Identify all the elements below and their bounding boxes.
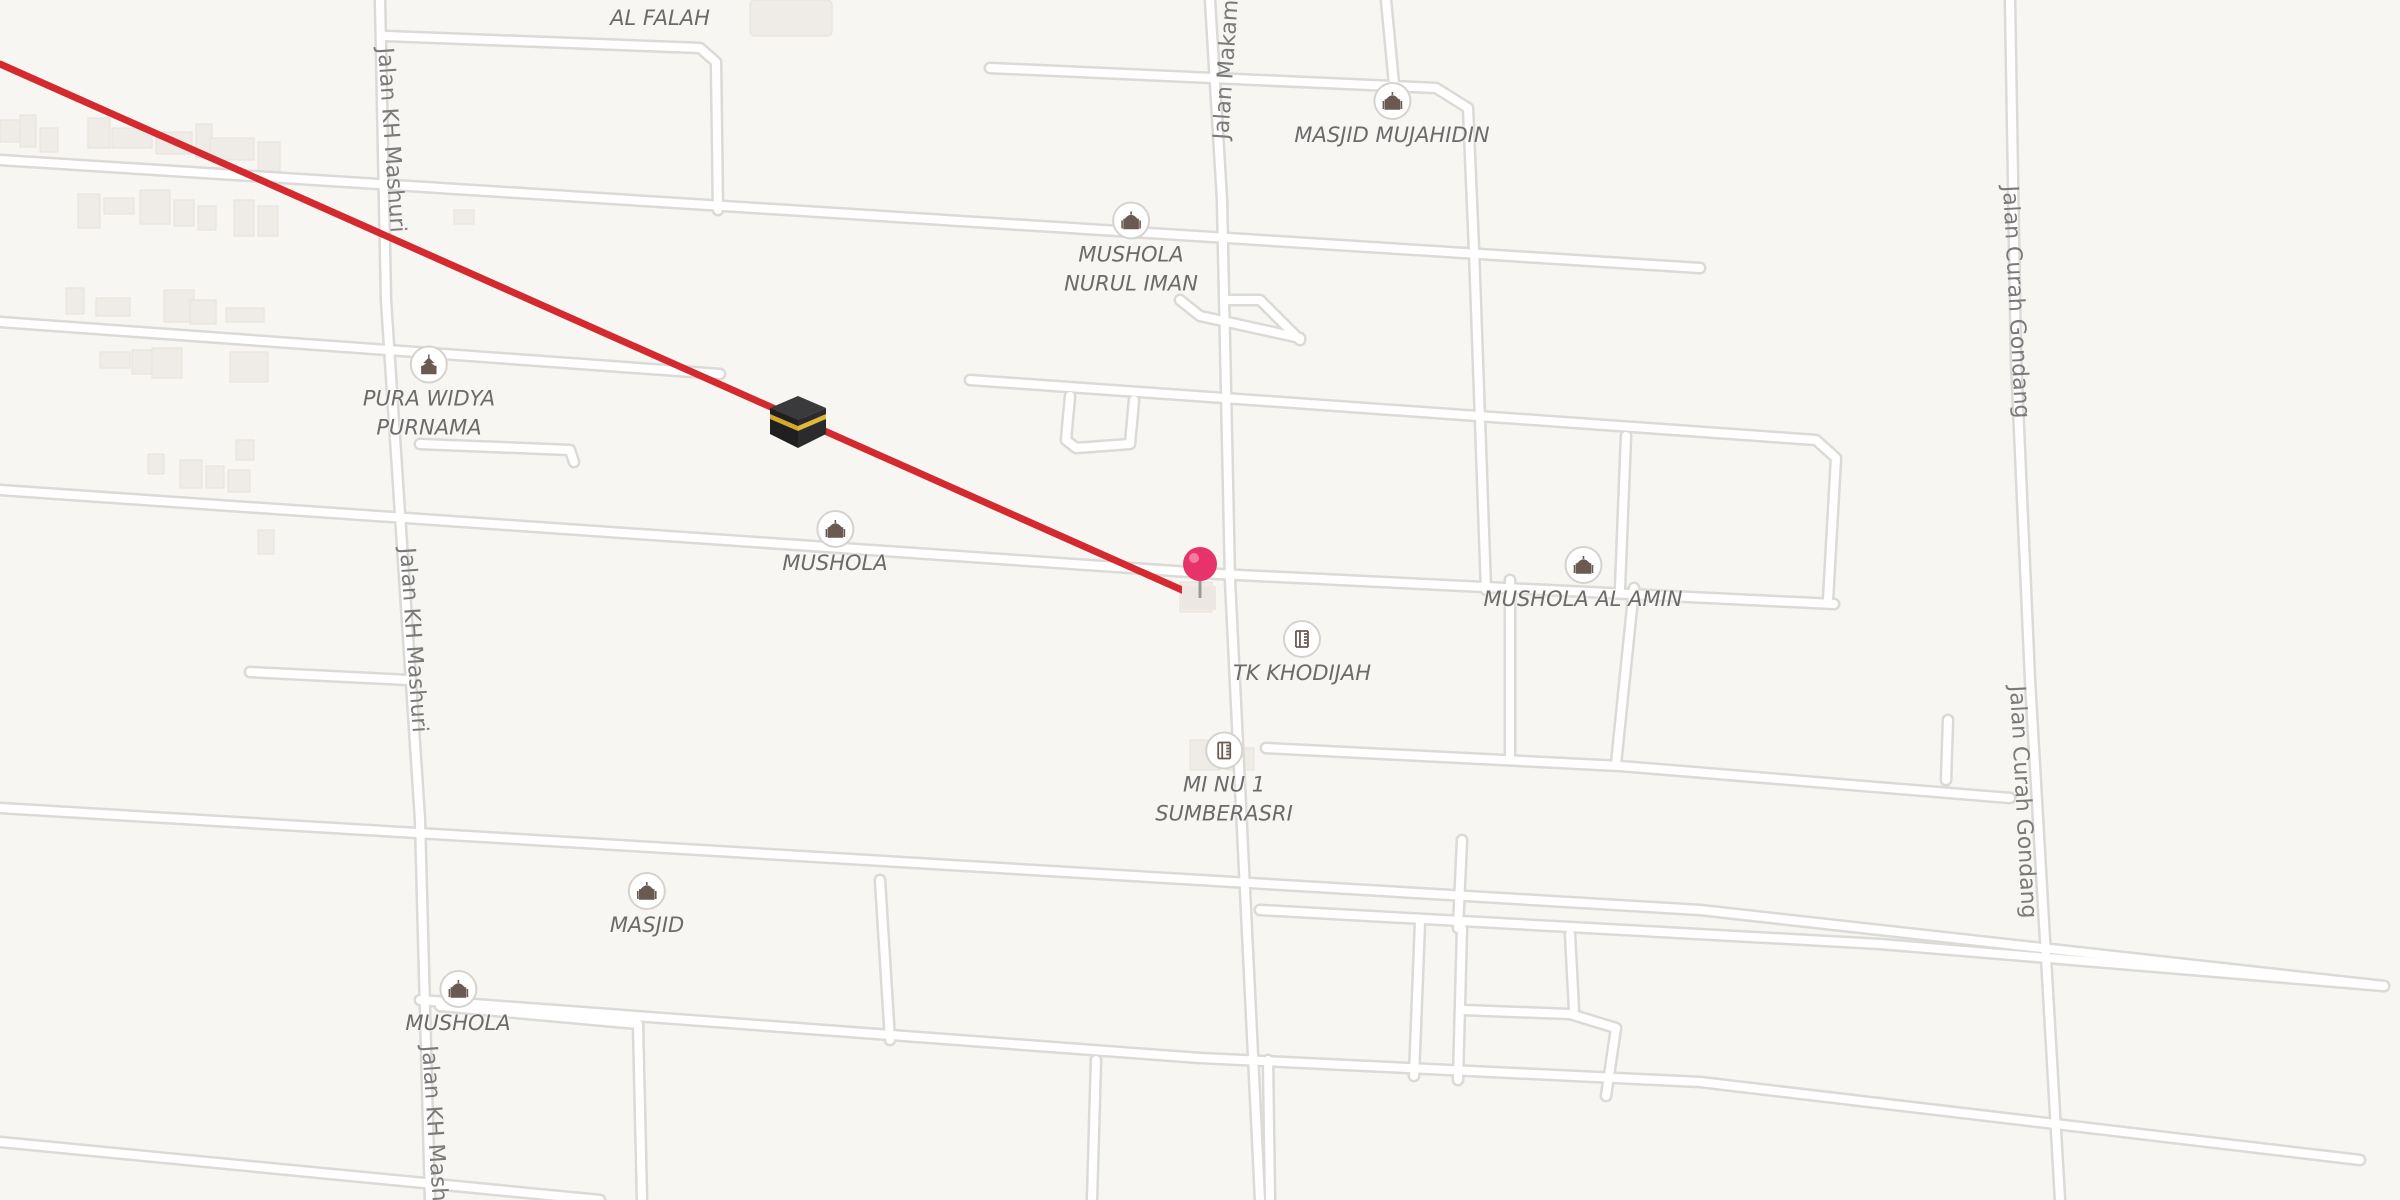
temple-icon xyxy=(409,345,448,384)
school-icon xyxy=(1283,620,1321,658)
poi-masjid[interactable]: MASJID xyxy=(610,872,684,940)
poi-label: MASJID MUJAHIDIN xyxy=(1294,123,1490,147)
poi-pura-widya-purnama[interactable]: PURA WIDYA PURNAMA xyxy=(362,345,496,443)
poi-mi-nu-1-sumberasri[interactable]: MI NU 1 SUMBERASRI xyxy=(1155,731,1293,829)
poi-mushola-south[interactable]: MUSHOLA xyxy=(405,970,511,1038)
map-canvas[interactable]: Jalan KH Mashuri Jalan KH Mashuri Jalan … xyxy=(0,0,2400,1200)
mosque-icon xyxy=(439,970,477,1008)
mosque-icon xyxy=(1112,201,1150,240)
poi-label: MI NU 1 SUMBERASRI xyxy=(1155,772,1293,826)
poi-mushola-nurul-iman[interactable]: MUSHOLA NURUL IMAN xyxy=(1064,201,1198,299)
poi-label: MASJID xyxy=(609,913,685,937)
poi-tk-khodijah[interactable]: TK KHODIJAH xyxy=(1233,620,1371,688)
poi-label: MUSHOLA xyxy=(405,1011,511,1035)
poi-masjid-mujahidin[interactable]: MASJID MUJAHIDIN xyxy=(1294,82,1490,150)
mosque-icon xyxy=(1563,546,1602,584)
poi-label: MUSHOLA AL AMIN xyxy=(1483,587,1683,611)
poi-mushola-al-amin[interactable]: MUSHOLA AL AMIN xyxy=(1483,546,1683,614)
poi-label: MUSHOLA xyxy=(782,551,888,575)
poi-label: MUSHOLA NURUL IMAN xyxy=(1064,242,1198,296)
school-icon xyxy=(1204,731,1243,770)
poi-label: TK KHODIJAH xyxy=(1232,661,1372,685)
qibla-direction-line xyxy=(0,60,1204,602)
poi-label: PURA WIDYA PURNAMA xyxy=(362,386,496,440)
mosque-icon xyxy=(1373,82,1411,120)
mosque-icon xyxy=(816,510,854,548)
mosque-icon xyxy=(628,872,666,910)
route-line xyxy=(0,60,1204,602)
poi-mushola-center[interactable]: MUSHOLA xyxy=(782,510,888,578)
